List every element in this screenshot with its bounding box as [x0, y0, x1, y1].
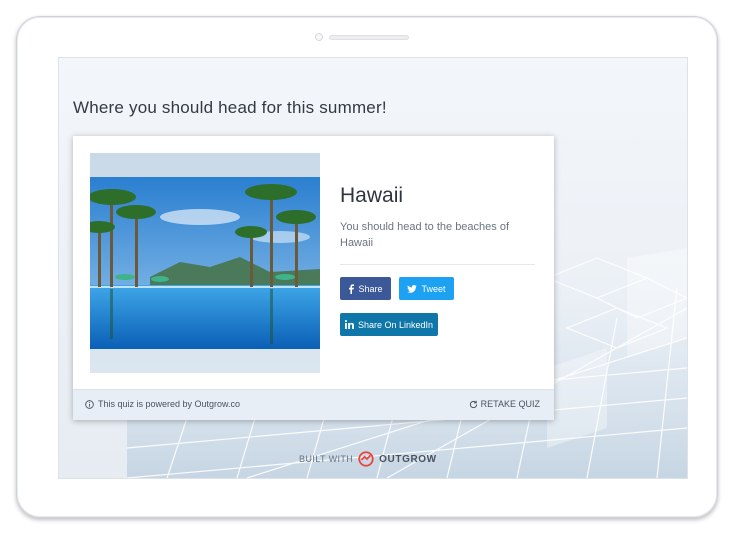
- linkedin-icon: [344, 320, 354, 329]
- facebook-share-label: Share: [358, 283, 383, 294]
- twitter-icon: [407, 284, 418, 293]
- facebook-icon: [349, 283, 355, 294]
- retake-icon: [469, 400, 477, 408]
- twitter-tweet-label: Tweet: [421, 283, 446, 294]
- info-icon: [85, 399, 94, 409]
- retake-quiz-label: RETAKE QUIZ: [480, 399, 540, 409]
- result-image-frame: [90, 153, 320, 373]
- retake-quiz-button[interactable]: RETAKE QUIZ: [469, 399, 540, 409]
- page-title: Where you should head for this summer!: [73, 98, 387, 117]
- speaker-slot: [329, 35, 409, 40]
- hawaii-beach-image: [90, 177, 320, 349]
- quiz-screen: Where you should head for this summer! H…: [58, 57, 688, 479]
- linkedin-share-label: Share On LinkedIn: [357, 319, 434, 330]
- outgrow-brand-name: OUTGROW: [379, 453, 437, 465]
- card-footer: This quiz is powered by Outgrow.co RETAK…: [73, 389, 554, 420]
- result-title: Hawaii: [340, 184, 404, 207]
- facebook-share-button[interactable]: Share: [340, 277, 391, 300]
- tablet-frame: Where you should head for this summer! H…: [16, 16, 718, 518]
- result-card: Hawaii You should head to the beaches of…: [73, 136, 554, 420]
- built-with-outgrow[interactable]: BUILT WITH OUTGROW: [299, 450, 437, 468]
- linkedin-share-button[interactable]: Share On LinkedIn: [340, 313, 438, 336]
- camera-icon: [315, 33, 323, 41]
- twitter-tweet-button[interactable]: Tweet: [399, 277, 454, 300]
- outgrow-logo-icon: [358, 451, 374, 467]
- result-description: You should head to the beaches of Hawaii: [340, 221, 510, 249]
- powered-by: This quiz is powered by Outgrow.co: [85, 399, 240, 409]
- built-with-text: BUILT WITH: [299, 454, 354, 464]
- divider: [340, 264, 535, 265]
- powered-by-text: This quiz is powered by Outgrow.co: [98, 399, 241, 409]
